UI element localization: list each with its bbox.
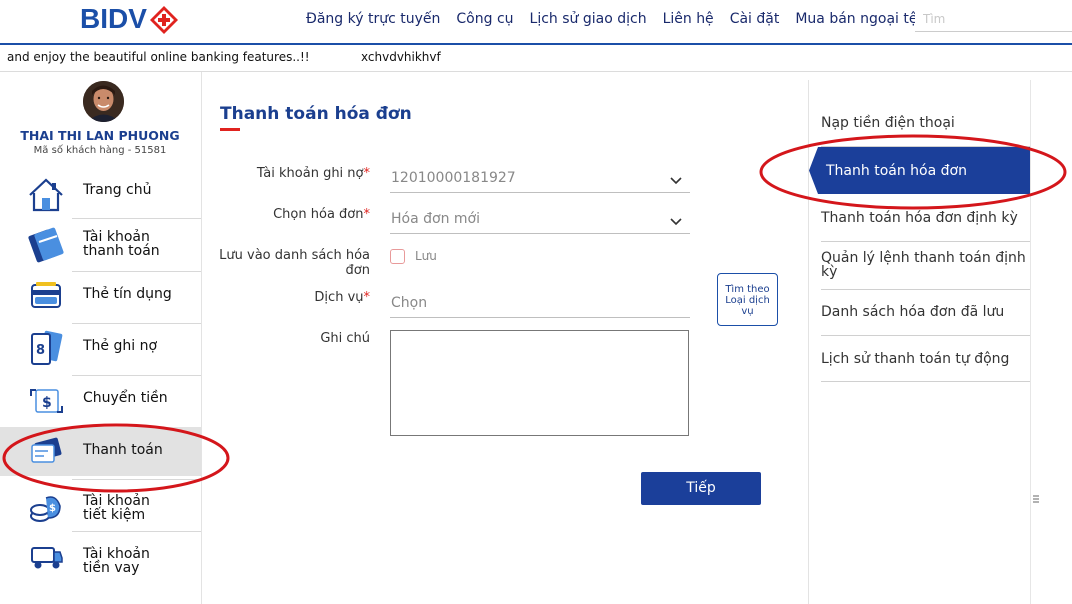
- logo-mark-icon: [149, 5, 178, 34]
- title-underline: [220, 128, 240, 131]
- save-checkbox-label: Lưu: [415, 249, 437, 263]
- submenu-divider: [821, 241, 1030, 242]
- chevron-down-icon: [670, 212, 682, 226]
- bill-payment-form: Thanh toán hóa đơn Tài khoản ghi nợ* 120…: [202, 72, 808, 604]
- required-mark: *: [363, 166, 371, 181]
- save-checkbox[interactable]: [390, 249, 405, 264]
- marquee-text-1: and enjoy the beautiful online banking f…: [7, 50, 310, 64]
- top-nav: Đăng ký trực tuyến Công cụ Lịch sử giao …: [306, 11, 933, 27]
- next-button[interactable]: Tiếp: [641, 472, 761, 505]
- submenu-item-recurring-bill[interactable]: Thanh toán hóa đơn định kỳ: [821, 211, 1029, 225]
- header: BIDV Đăng ký trực tuyến Công cụ Lịch sử …: [0, 0, 1072, 42]
- bill-select[interactable]: Hóa đơn mới: [390, 208, 690, 234]
- sidebar-item-payment-account[interactable]: Tài khoản thanh toán: [0, 219, 201, 270]
- submenu-item-manage-recurring[interactable]: Quản lý lệnh thanh toán định kỳ: [821, 251, 1029, 279]
- save-list-label: Lưu vào danh sách hóa đơn: [219, 248, 370, 278]
- sidebar-item-label: Thẻ ghi nợ: [83, 338, 158, 354]
- avatar[interactable]: [83, 81, 124, 122]
- sidebar-item-label: Thẻ tín dụng: [83, 286, 172, 302]
- marquee-text-2: xchvdvhikhvf: [361, 50, 441, 64]
- page: BIDV Đăng ký trực tuyến Công cụ Lịch sử …: [0, 0, 1072, 604]
- sidebar-item-label: Tài khoản thanh toán: [83, 229, 160, 259]
- svg-text:$: $: [42, 395, 52, 411]
- user-name: THAI THI LAN PHUONG: [20, 128, 180, 143]
- marquee-banner: and enjoy the beautiful online banking f…: [0, 48, 1072, 68]
- debit-account-value: 12010000181927: [391, 170, 516, 186]
- sidebar-item-label: Thanh toán: [83, 442, 163, 458]
- submenu-item-saved-bills[interactable]: Danh sách hóa đơn đã lưu: [821, 305, 1029, 319]
- debit-account-select[interactable]: 12010000181927: [390, 167, 690, 193]
- sidebar-item-label: Chuyển tiền: [83, 390, 168, 406]
- svg-text:$: $: [49, 503, 56, 514]
- sidebar-item-label: Trang chủ: [83, 182, 152, 198]
- required-mark: *: [363, 207, 371, 222]
- sidebar-item-debit-card[interactable]: 8 Thẻ ghi nợ: [0, 324, 201, 375]
- credit-card-icon: [26, 277, 66, 317]
- sidebar-item-savings[interactable]: $ Tài khoản tiết kiệm: [0, 480, 201, 531]
- bidv-logo[interactable]: BIDV: [80, 3, 178, 35]
- nav-contact[interactable]: Liên hệ: [663, 11, 714, 27]
- sidebar-item-loan[interactable]: Tài khoản tiền vay: [0, 532, 201, 582]
- nav-foreign-exchange[interactable]: Mua bán ngoại tệ: [795, 11, 917, 27]
- submenu-item-auto-payment-history[interactable]: Lịch sử thanh toán tự động: [821, 352, 1029, 366]
- bill-label-text: Chọn hóa đơn: [273, 207, 364, 222]
- nav-tools[interactable]: Công cụ: [456, 11, 513, 27]
- sidebar: THAI THI LAN PHUONG Mã số khách hàng - 5…: [0, 72, 202, 604]
- bill-value: Hóa đơn mới: [391, 211, 480, 227]
- logo-text: BIDV: [80, 3, 147, 34]
- sidebar-item-label: Tài khoản tiền vay: [83, 546, 150, 576]
- service-input[interactable]: Chọn: [390, 292, 690, 318]
- submenu-divider: [821, 335, 1030, 336]
- transfer-icon: $: [26, 380, 66, 420]
- page-title: Thanh toán hóa đơn: [220, 104, 412, 124]
- sidebar-item-transfer[interactable]: $ Chuyển tiền: [0, 376, 201, 427]
- submenu-divider: [821, 381, 1030, 382]
- submenu-divider: [821, 289, 1030, 290]
- sidebar-item-credit-card[interactable]: Thẻ tín dụng: [0, 272, 201, 322]
- home-icon: [26, 175, 66, 215]
- bill-label: Chọn hóa đơn*: [242, 207, 370, 222]
- required-mark: *: [363, 290, 371, 305]
- service-label: Dịch vụ*: [242, 290, 370, 305]
- loan-icon: [26, 536, 66, 576]
- submenu-item-phone-topup[interactable]: Nạp tiền điện thoại: [821, 116, 1029, 130]
- sidebar-item-home[interactable]: Trang chủ: [0, 167, 201, 215]
- note-label: Ghi chú: [320, 331, 370, 346]
- sidebar-item-label: Tài khoản tiết kiệm: [83, 493, 150, 523]
- bill-payment-icon: [26, 431, 66, 471]
- svg-text:8: 8: [36, 343, 45, 358]
- submenu-item-label: Thanh toán hóa đơn: [826, 163, 967, 179]
- scroll-grip-icon[interactable]: [1033, 488, 1039, 503]
- submenu-item-bill-payment[interactable]: Thanh toán hóa đơn: [809, 147, 1030, 194]
- scrollbar[interactable]: [1030, 80, 1042, 604]
- service-label-text: Dịch vụ: [314, 290, 364, 305]
- debit-account-label-text: Tài khoản ghi nợ: [256, 166, 364, 181]
- note-textarea[interactable]: [390, 330, 689, 436]
- nav-settings[interactable]: Cài đặt: [730, 11, 780, 27]
- nav-transaction-history[interactable]: Lịch sử giao dịch: [530, 11, 647, 27]
- payment-account-icon: [26, 224, 66, 264]
- sidebar-item-bill-payment[interactable]: Thanh toán: [0, 427, 201, 476]
- nav-online-registration[interactable]: Đăng ký trực tuyến: [306, 11, 440, 27]
- search-input[interactable]: [915, 6, 1072, 32]
- lookup-by-service-type-button[interactable]: Tìm theo Loại dịch vụ: [717, 273, 778, 326]
- header-divider: [0, 43, 1072, 45]
- payment-submenu: Nạp tiền điện thoại Thanh toán hóa đơn T…: [808, 80, 1038, 604]
- customer-id: Mã số khách hàng - 51581: [33, 145, 167, 156]
- debit-card-icon: 8: [26, 328, 66, 368]
- chevron-down-icon: [670, 171, 682, 185]
- service-placeholder: Chọn: [391, 295, 428, 311]
- savings-icon: $: [26, 486, 66, 526]
- debit-account-label: Tài khoản ghi nợ*: [242, 166, 370, 181]
